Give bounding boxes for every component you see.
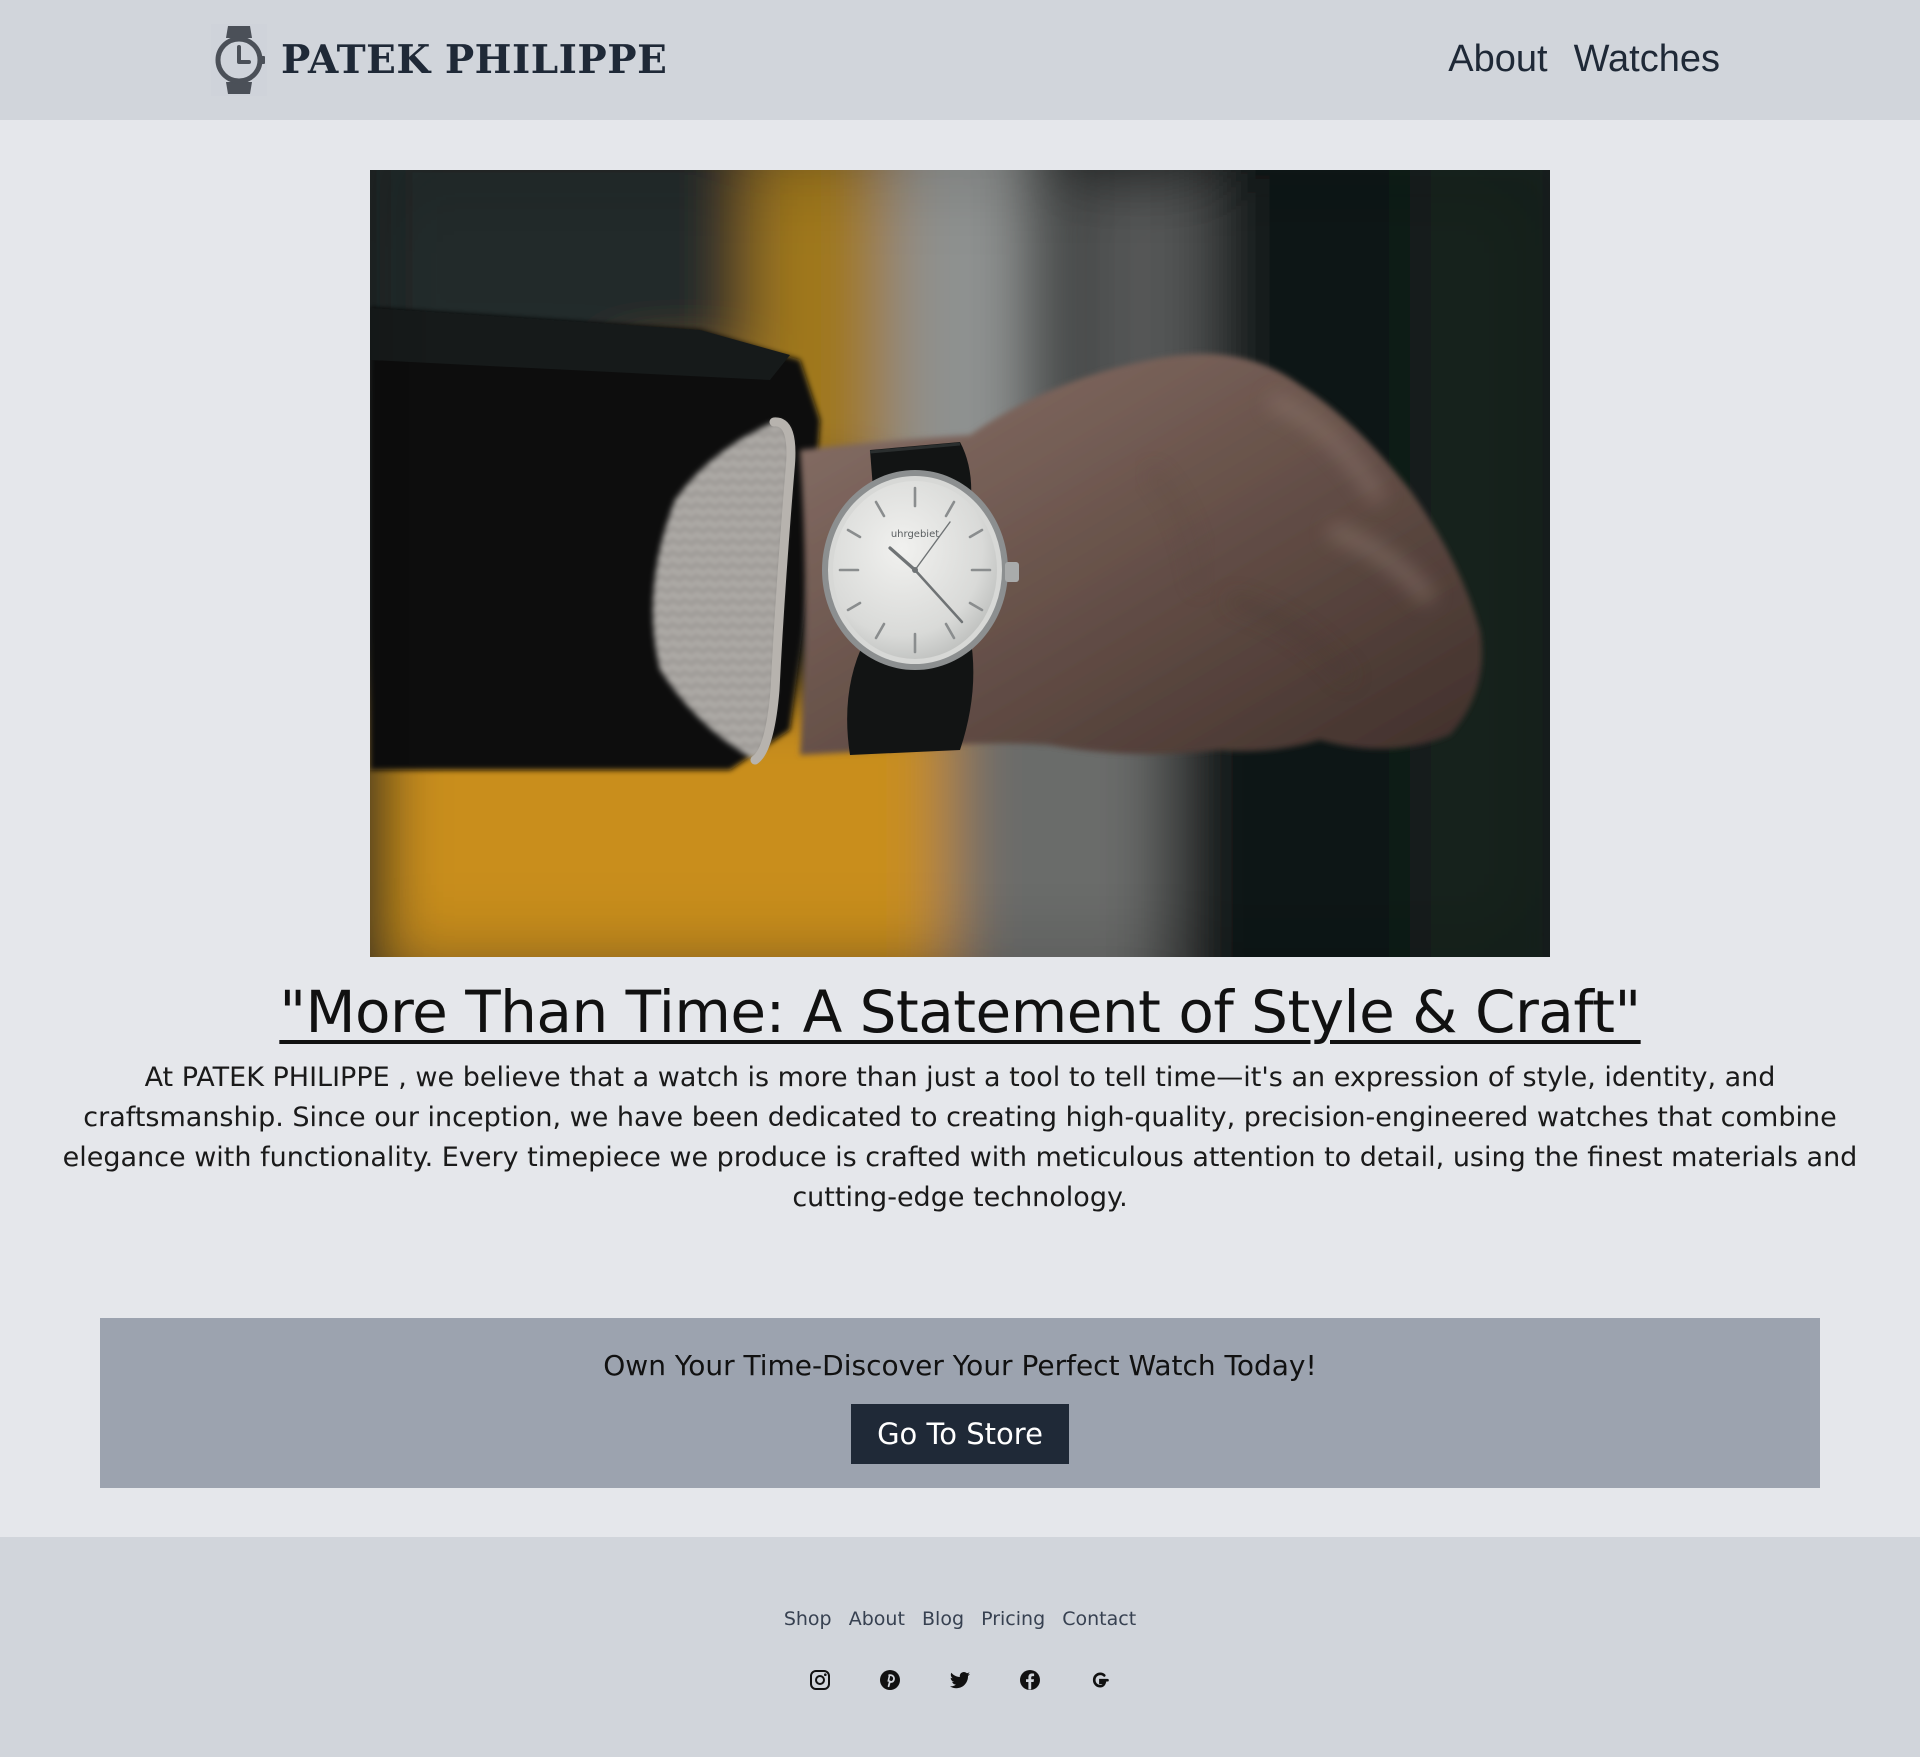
footer-link-about[interactable]: About	[849, 1608, 905, 1630]
nav-about-link[interactable]: About	[1448, 38, 1547, 81]
about-paragraph: At PATEK PHILIPPE , we believe that a wa…	[62, 1062, 1858, 1213]
footer-link-blog[interactable]: Blog	[922, 1608, 964, 1630]
hero-image: uhrgebiet	[370, 170, 1550, 957]
brand-link[interactable]: PATEK PHILIPPE	[211, 24, 667, 96]
instagram-icon[interactable]	[808, 1668, 832, 1692]
hero-title: "More Than Time: A Statement of Style & …	[279, 978, 1641, 1046]
social-links	[0, 1668, 1920, 1692]
twitter-icon[interactable]	[948, 1668, 972, 1692]
top-nav: About Watches	[1448, 38, 1720, 81]
brand-name: PATEK PHILIPPE	[281, 37, 668, 83]
google-icon[interactable]	[1088, 1668, 1112, 1692]
footer-nav: Shop About Blog Pricing Contact	[0, 1608, 1920, 1630]
site-header: PATEK PHILIPPE About Watches	[0, 0, 1920, 120]
site-footer: Shop About Blog Pricing Contact	[0, 1537, 1920, 1757]
cta-heading: Own Your Time-Discover Your Perfect Watc…	[603, 1349, 1317, 1382]
footer-link-pricing[interactable]: Pricing	[981, 1608, 1045, 1630]
nav-watches-link[interactable]: Watches	[1574, 38, 1720, 81]
pinterest-icon[interactable]	[878, 1668, 902, 1692]
watch-dial-brand: uhrgebiet	[891, 529, 939, 540]
cta-banner: Own Your Time-Discover Your Perfect Watc…	[100, 1318, 1820, 1488]
watch-logo-icon	[211, 24, 267, 96]
go-to-store-button[interactable]: Go To Store	[851, 1404, 1069, 1464]
footer-link-contact[interactable]: Contact	[1062, 1608, 1136, 1630]
facebook-icon[interactable]	[1018, 1668, 1042, 1692]
footer-link-shop[interactable]: Shop	[784, 1608, 832, 1630]
